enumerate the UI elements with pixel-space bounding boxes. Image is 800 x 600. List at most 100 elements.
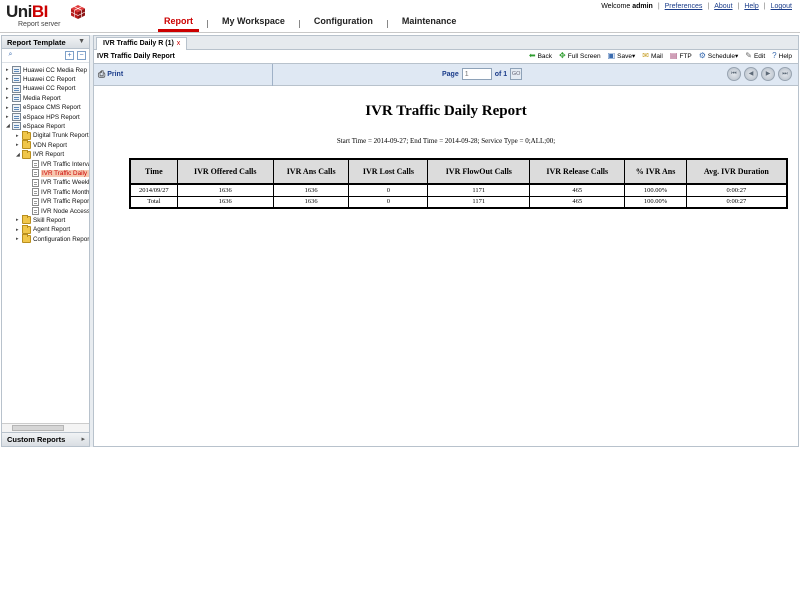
edit-button[interactable]: ✎ Edit [745,52,765,60]
logout-link[interactable]: Logout [771,3,792,10]
search-icon[interactable]: ⌕ [6,51,15,60]
next-page-icon[interactable]: ▶ [761,67,775,81]
collapse-all-icon[interactable]: − [77,51,86,60]
top-header: UniBI Report server Report My Workspace … [0,0,800,33]
report-group-icon [12,122,21,131]
document-tab-label: IVR Traffic Daily R (1) [103,40,174,47]
go-button[interactable]: GO [510,68,523,80]
table-cell: 465 [529,184,626,197]
tree-node-label: IVR Traffic Report [41,198,89,206]
collapse-chevron-icon[interactable]: ▼ [78,38,85,45]
table-cell: 1636 [272,196,350,209]
tree-node[interactable]: ▸ Configuration Report [16,234,89,244]
expand-all-icon[interactable]: + [65,51,74,60]
chevron-right-icon[interactable]: ▸ [81,435,85,443]
document-icon [32,197,39,206]
table-cell: 2014/09/27 [129,184,178,197]
help-label: Help [778,52,792,60]
link-divider: | [657,3,660,10]
document-tab[interactable]: IVR Traffic Daily R (1) x [96,37,188,50]
back-button[interactable]: ⬅ Back [529,52,552,60]
page-count: of 1 [494,70,508,78]
tab-maintenance[interactable]: Maintenance [388,13,471,33]
tree-node-label: VDN Report [33,141,67,149]
table-cell: 0 [348,184,429,197]
report-canvas: IVR Traffic Daily Report Start Time = 20… [94,86,798,446]
logo-word: UniBI [6,2,48,21]
report-group-icon [12,113,21,121]
report-viewer: IVR Traffic Daily R (1) x IVR Traffic Dai… [93,35,799,447]
ftp-label: FTP [679,52,692,60]
link-divider: | [737,3,740,10]
tree-node-label: Huawei CC Report [23,85,76,93]
welcome-text: Welcome admin [601,3,653,10]
preferences-link[interactable]: Preferences [665,3,703,10]
tree-node-label: IVR Traffic Daily R [41,169,89,177]
table-cell: 0 [348,196,429,209]
table-cell: Total [129,196,178,209]
welcome-prefix: Welcome [601,3,631,10]
previous-page-icon[interactable]: ◀ [744,67,758,81]
column-header: IVR Offered Calls [176,158,274,185]
link-divider: | [763,3,766,10]
print-label: Print [107,71,124,78]
pager: Page of 1 GO [442,68,523,80]
tab-configuration[interactable]: Configuration [300,13,387,33]
folder-icon [22,140,31,150]
pagination-bar: ⎙ Print Page of 1 GO ⏮ ◀ ▶ ⏭ [94,64,798,86]
help-button[interactable]: ? Help [772,52,792,60]
schedule-button[interactable]: ⚙ Schedule▾ [699,52,739,61]
mail-icon: ✉ [642,51,649,60]
tree-node-label: Huawei CC Media Rep [23,66,88,74]
full-screen-button[interactable]: ✥ Full Screen [559,52,601,60]
tab-report[interactable]: Report [150,13,207,33]
username: admin [632,3,653,10]
table-cell: 1636 [176,184,274,197]
custom-reports-title: Custom Reports [7,435,66,444]
report-group-icon [12,84,21,93]
help-link[interactable]: Help [744,3,758,10]
column-header: IVR Release Calls [529,158,626,185]
tree-node-label: Configuration Report [33,235,89,243]
table-cell: 1636 [272,184,350,197]
table-cell: 0:00:27 [685,196,788,209]
tree-node-label: Skill Report [33,216,66,224]
tree-node-label: IVR Traffic Interval [41,160,89,168]
report-group-icon [12,75,21,84]
last-page-icon[interactable]: ⏭ [778,67,792,81]
tree-node-label: Agent Report [33,226,71,234]
about-link[interactable]: About [714,3,732,10]
printer-icon: ⎙ [98,69,106,79]
mail-button[interactable]: ✉ Mail [642,52,663,60]
back-arrow-icon: ⬅ [528,51,536,60]
save-icon: ▣ [607,51,616,60]
report-template-title: Report Template [7,38,66,47]
folder-icon [22,130,31,140]
folder-icon [22,215,31,225]
fullscreen-icon: ✥ [559,51,566,60]
report-template-panel: Report Template ▼ ⌕ + − ▸ Huawei CC Media… [1,35,90,447]
print-button[interactable]: ⎙ Print [98,69,123,80]
page-number-input[interactable] [461,68,492,80]
scrollbar-thumb[interactable] [12,425,64,431]
column-header: IVR FlowOut Calls [427,158,531,185]
horizontal-scrollbar[interactable] [2,423,89,432]
report-template-header[interactable]: Report Template ▼ [2,36,89,49]
tree-node-label: Media Report [23,94,61,102]
report-tree: ▸ Huawei CC Media Rep ▸ Huawei CC Report ▸ Hu… [2,65,89,420]
document-icon [32,160,39,168]
save-label: Save▾ [617,53,636,60]
column-header: IVR Lost Calls [348,158,429,185]
tree-toolbar: ⌕ + − [2,49,89,63]
close-tab-icon[interactable]: x [177,40,181,47]
report-title: IVR Traffic Daily Report [365,103,527,119]
save-button[interactable]: ▣ Save▾ [607,51,636,61]
tree-node-label: IVR Traffic Weekly [41,179,89,187]
document-icon [32,178,39,187]
custom-reports-header[interactable]: Custom Reports ▸ [2,432,89,446]
first-page-icon[interactable]: ⏮ [727,67,741,81]
ftp-button[interactable]: ▤ FTP [670,52,692,60]
tree-node-label: IVR Report [33,151,65,159]
mail-label: Mail [650,52,663,60]
tab-my-workspace[interactable]: My Workspace [208,13,299,33]
